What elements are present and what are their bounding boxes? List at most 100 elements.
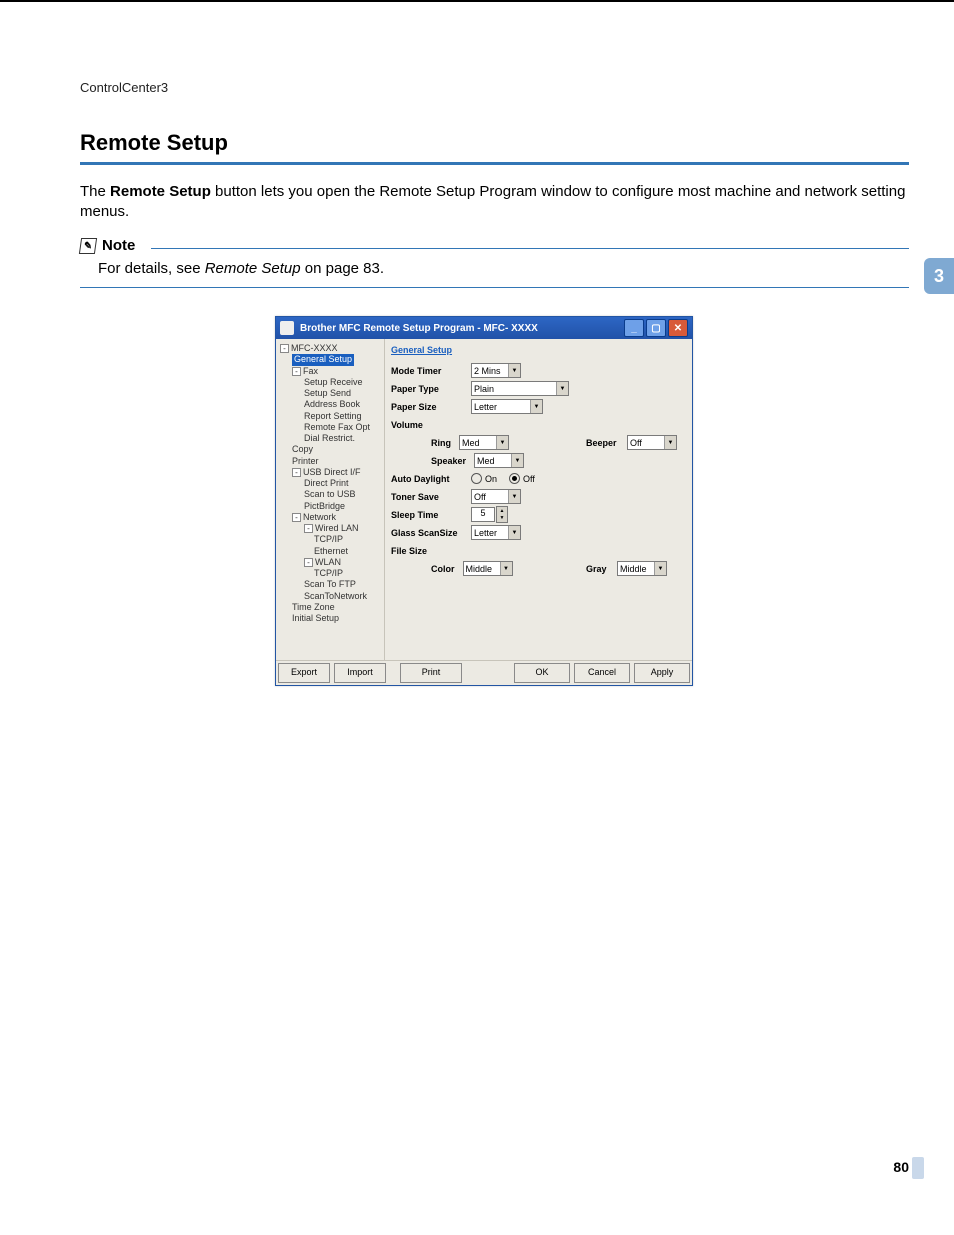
tree-item-label: Remote Fax Opt [304,422,370,432]
note-text-prefix: For details, see [98,260,205,277]
tree-item-label: USB Direct I/F [303,467,361,477]
label-sleep-time: Sleep Time [391,510,471,520]
minimize-button[interactable]: _ [624,319,644,337]
page-header: ControlCenter3 [80,80,168,95]
tree-toggle-icon[interactable]: - [292,468,301,477]
toner-save-select[interactable]: Off▼ [471,489,521,504]
gray-value: Middle [620,564,647,574]
tree-toggle-icon[interactable]: - [304,558,313,567]
chevron-down-icon: ▼ [508,526,520,539]
color-select[interactable]: Middle▼ [463,561,513,576]
cancel-button[interactable]: Cancel [574,663,630,683]
note-block: ✎ Note For details, see Remote Setup on … [80,237,909,288]
tree-nav[interactable]: -MFC-XXXX General Setup -FaxSetup Receiv… [276,339,385,661]
paper-size-value: Letter [474,402,497,412]
tree-item[interactable]: Setup Receive [278,377,382,388]
tree-item[interactable]: Report Setting [278,411,382,422]
chevron-down-icon: ▼ [664,436,676,449]
label-file-size: File Size [391,546,471,556]
tree-item[interactable]: Scan To FTP [278,579,382,590]
beeper-select[interactable]: Off▼ [627,435,677,450]
label-glass-scan: Glass ScanSize [391,528,471,538]
ring-select[interactable]: Med▼ [459,435,509,450]
mode-timer-select[interactable]: 2 Mins▼ [471,363,521,378]
glass-scan-select[interactable]: Letter ▼ [471,525,521,540]
tree-toggle-icon[interactable]: - [280,344,289,353]
ring-value: Med [462,438,480,448]
label-speaker: Speaker [431,456,470,466]
chevron-down-icon: ▼ [530,400,542,413]
close-button[interactable]: ✕ [668,319,688,337]
tree-item-label: ScanToNetwork [304,591,367,601]
daylight-off-radio[interactable]: Off [509,473,535,484]
maximize-button[interactable]: ▢ [646,319,666,337]
label-color: Color [431,564,459,574]
tree-item-general-setup[interactable]: General Setup [278,354,382,365]
gray-select[interactable]: Middle▼ [617,561,667,576]
tree-item[interactable]: TCP/IP [278,534,382,545]
tree-toggle-icon[interactable]: - [292,513,301,522]
tree-selected-label: General Setup [292,354,354,365]
print-button[interactable]: Print [400,663,462,683]
stepper-buttons[interactable]: ▲▼ [496,506,508,523]
tree-item[interactable]: Dial Restrict. [278,433,382,444]
tree-item-label: Wired LAN [315,523,359,533]
paper-size-select[interactable]: Letter ▼ [471,399,543,414]
tree-toggle-icon[interactable]: - [304,524,313,533]
tree-item-label: Network [303,512,336,522]
tree-item-label: Scan To FTP [304,579,356,589]
footer-mark [912,1157,924,1179]
tree-item[interactable]: -USB Direct I/F [278,467,382,478]
daylight-on-radio[interactable]: On [471,473,497,484]
tree-item-label: Printer [292,456,319,466]
tree-item[interactable]: Copy [278,444,382,455]
tree-item[interactable]: Printer [278,456,382,467]
tree-item[interactable]: Setup Send [278,388,382,399]
ok-button[interactable]: OK [514,663,570,683]
tree-root[interactable]: -MFC-XXXX [278,343,382,354]
export-button[interactable]: Export [278,663,330,683]
note-body: For details, see Remote Setup on page 83… [80,254,909,287]
tree-item[interactable]: Ethernet [278,546,382,557]
label-auto-daylight: Auto Daylight [391,474,471,484]
remote-setup-dialog: Brother MFC Remote Setup Program - MFC- … [275,316,693,686]
label-beeper: Beeper [586,438,621,448]
tree-item[interactable]: TCP/IP [278,568,382,579]
tree-item-label: TCP/IP [314,568,343,578]
tree-item[interactable]: -Network [278,512,382,523]
chevron-down-icon: ▼ [508,364,520,377]
radio-on-label: On [485,474,497,484]
tree-item[interactable]: Scan to USB [278,489,382,500]
tree-item[interactable]: Time Zone [278,602,382,613]
speaker-select[interactable]: Med▼ [474,453,524,468]
tree-item[interactable]: Address Book [278,399,382,410]
tree-item-label: Ethernet [314,546,348,556]
note-label: Note [102,237,135,254]
heading-title: Remote Setup [80,130,909,156]
tree-item[interactable]: Remote Fax Opt [278,422,382,433]
glass-scan-value: Letter [474,528,497,538]
tree-item-label: Address Book [304,399,360,409]
tree-item[interactable]: -WLAN [278,557,382,568]
tree-item-label: Setup Send [304,388,351,398]
tree-item-label: Scan to USB [304,489,356,499]
tree-item[interactable]: Direct Print [278,478,382,489]
intro-prefix: The [80,183,110,200]
paper-type-select[interactable]: Plain▼ [471,381,569,396]
apply-button[interactable]: Apply [634,663,690,683]
tree-item-label: Fax [303,366,318,376]
import-button[interactable]: Import [334,663,386,683]
tree-toggle-icon[interactable]: - [292,367,301,376]
chapter-tab: 3 [924,258,954,294]
tree-item[interactable]: -Wired LAN [278,523,382,534]
tree-item[interactable]: Initial Setup [278,613,382,624]
color-value: Middle [466,564,493,574]
radio-icon [471,473,482,484]
panel-title: General Setup [391,345,686,355]
radio-off-label: Off [523,474,535,484]
tree-item[interactable]: -Fax [278,366,382,377]
tree-item[interactable]: PictBridge [278,501,382,512]
tree-item[interactable]: ScanToNetwork [278,591,382,602]
sleep-time-stepper[interactable]: 5 ▲▼ [471,506,508,523]
label-gray: Gray [586,564,611,574]
